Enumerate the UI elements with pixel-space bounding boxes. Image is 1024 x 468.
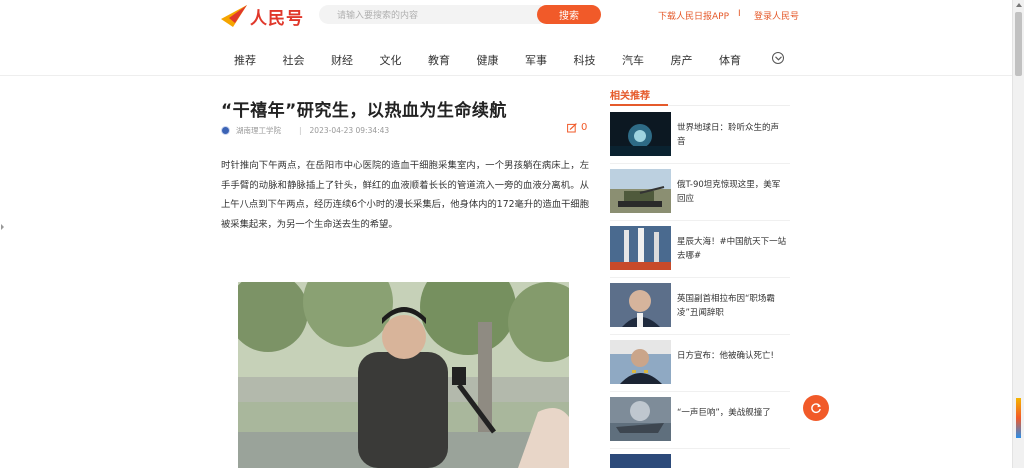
article-datetime: 2023-04-23 09:34:43 (309, 125, 390, 135)
search-button[interactable]: 搜索 (537, 5, 601, 24)
nav-item[interactable]: 财经 (331, 52, 380, 68)
related-item[interactable]: 世界地球日：聆听众生的声音 (610, 107, 790, 164)
scroll-marker (1016, 398, 1021, 438)
article-title: “干禧年”研究生，以热血为生命续航 (221, 101, 507, 121)
article-body: 时针推向下午两点，在岳阳市中心医院的造血干细胞采集室内，一个男孩躺在病床上，左手… (221, 160, 589, 230)
scroll-thumb[interactable] (1015, 12, 1022, 76)
related-header: 相关推荐 (610, 80, 790, 106)
related-thumbnail (610, 340, 671, 384)
related-thumbnail (610, 226, 671, 270)
nav-item[interactable]: 房产 (671, 52, 720, 68)
site-header: 人民号 搜索 下载人民日报APP I 登录人民号 推荐 社会 财经 文化 教育 … (0, 0, 1012, 76)
related-thumbnail (610, 112, 671, 156)
logo-icon (221, 5, 247, 27)
refresh-icon (811, 403, 821, 413)
related-title-text: 星辰大海！#中国航天下一站去哪# (677, 237, 787, 261)
header-separator: I (738, 9, 741, 19)
comment-icon (567, 122, 577, 132)
category-nav: 推荐 社会 财经 文化 教育 健康 军事 科技 汽车 房产 体育 (234, 52, 768, 68)
related-item[interactable]: 星辰大海！#中国航天下一站去哪# (610, 221, 790, 278)
refresh-button[interactable] (803, 395, 829, 421)
article-source[interactable]: 湖南理工学院 (236, 125, 281, 136)
meta-separator: | (299, 125, 302, 135)
nav-item[interactable]: 军事 (525, 52, 574, 68)
page: 人民号 搜索 下载人民日报APP I 登录人民号 推荐 社会 财经 文化 教育 … (0, 0, 1024, 468)
nav-item[interactable]: 科技 (574, 52, 623, 68)
related-thumbnail (610, 397, 671, 441)
related-title-text: 日方宣布：他被确认死亡! (677, 351, 774, 361)
related-title-text: 英国副首相拉布因“职场霸凌”丑闻辞职 (677, 294, 775, 318)
nav-item[interactable]: 体育 (719, 52, 768, 68)
chevron-down-icon (774, 55, 782, 61)
article-meta: 湖南理工学院 | 2023-04-23 09:34:43 (221, 124, 389, 136)
related-item[interactable]: 日方宣布：他被确认死亡! (610, 335, 790, 392)
nav-item[interactable]: 社会 (283, 52, 332, 68)
related-thumbnail (610, 169, 671, 213)
nav-more-button[interactable] (772, 52, 784, 64)
related-item[interactable]: 英国副首相拉布因“职场霸凌”丑闻辞职 (610, 278, 790, 335)
comment-count: 0 (581, 122, 588, 133)
related-title-text: “一声巨响”，美战舰撞了 (677, 408, 771, 418)
nav-item[interactable]: 教育 (428, 52, 477, 68)
related-item[interactable]: “一声巨响”，美战舰撞了 (610, 392, 790, 449)
related-title-text: 世界地球日：聆听众生的声音 (677, 123, 780, 147)
page-scrollbar[interactable] (1012, 0, 1024, 468)
comment-button[interactable]: 0 (567, 122, 587, 133)
nav-item[interactable]: 推荐 (234, 52, 283, 68)
related-thumbnail (610, 283, 671, 327)
article-photo (238, 282, 569, 468)
site-logo[interactable]: 人民号 (221, 4, 304, 29)
source-avatar-icon (221, 125, 230, 135)
left-edge-arrow-icon (1, 224, 4, 230)
search-input[interactable] (319, 5, 541, 24)
related-title-text: 俄T-90坦克惊现这里，美军回应 (677, 180, 781, 204)
related-underline (610, 104, 668, 106)
download-app-link[interactable]: 下载人民日报APP (658, 9, 729, 22)
login-link[interactable]: 登录人民号 (754, 9, 799, 22)
nav-item[interactable]: 文化 (380, 52, 429, 68)
related-thumbnail-partial (610, 454, 671, 468)
nav-item[interactable]: 健康 (477, 52, 526, 68)
nav-item[interactable]: 汽车 (622, 52, 671, 68)
related-item[interactable]: 俄T-90坦克惊现这里，美军回应 (610, 164, 790, 221)
related-title: 相关推荐 (610, 91, 650, 102)
scroll-up-icon[interactable] (1016, 3, 1022, 7)
logo-text: 人民号 (250, 8, 304, 29)
